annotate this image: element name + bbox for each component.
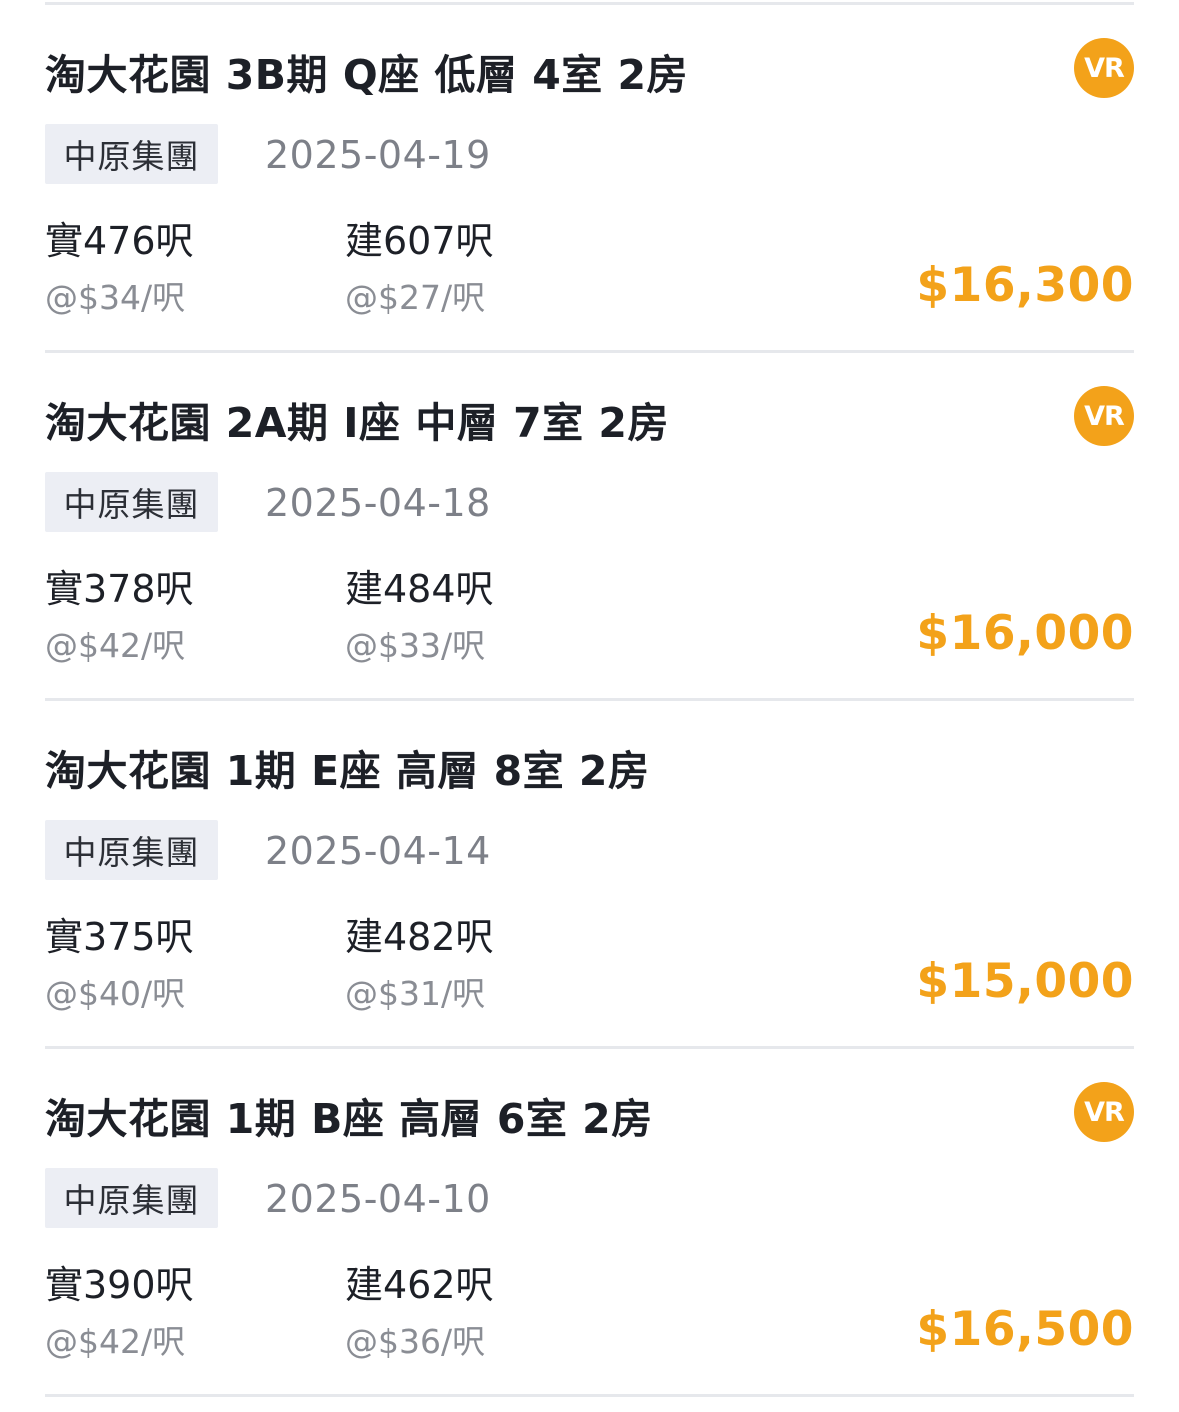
listing-title[interactable]: 淘大花園 3B期 Q座 低層 4室 2房 <box>45 45 688 105</box>
listing-title[interactable]: 淘大花園 1期 B座 高層 6室 2房 <box>45 1089 653 1149</box>
gross-area: 建462呎 <box>345 1263 494 1307</box>
listing-title[interactable]: 淘大花園 1期 E座 高層 8室 2房 <box>45 741 649 801</box>
gross-unit-price: @$27/呎 <box>345 278 486 317</box>
gross-area: 建607呎 <box>345 219 494 263</box>
agency-tag: 中原集團 <box>45 820 218 880</box>
listing-card[interactable]: 淘大花園 3B期 Q座 低層 4室 2房 VR 中原集團 2025-04-19 … <box>45 5 1134 350</box>
agency-tag: 中原集團 <box>45 124 218 184</box>
net-area: 實375呎 <box>45 915 194 959</box>
gross-unit-price: @$36/呎 <box>345 1322 486 1361</box>
net-unit-price: @$42/呎 <box>45 1322 186 1361</box>
net-area: 實378呎 <box>45 567 194 611</box>
agency-tag: 中原集團 <box>45 1168 218 1228</box>
listing-date: 2025-04-10 <box>265 1177 491 1221</box>
listing-date: 2025-04-18 <box>265 481 491 525</box>
net-area: 實476呎 <box>45 219 194 263</box>
listing-title[interactable]: 淘大花園 2A期 I座 中層 7室 2房 <box>45 393 669 453</box>
gross-unit-price: @$33/呎 <box>345 626 486 665</box>
gross-unit-price: @$31/呎 <box>345 974 486 1013</box>
gross-area: 建482呎 <box>345 915 494 959</box>
listing-card[interactable]: 淘大花園 1期 E座 高層 8室 2房 中原集團 2025-04-14 實375… <box>45 701 1134 1046</box>
agency-tag: 中原集團 <box>45 472 218 532</box>
net-unit-price: @$40/呎 <box>45 974 186 1013</box>
net-unit-price: @$34/呎 <box>45 278 186 317</box>
listing-date: 2025-04-19 <box>265 133 491 177</box>
vr-badge-icon[interactable]: VR <box>1074 38 1134 98</box>
listing-list: 淘大花園 3B期 Q座 低層 4室 2房 VR 中原集團 2025-04-19 … <box>45 0 1134 1397</box>
listing-date: 2025-04-14 <box>265 829 491 873</box>
rent-price: $16,500 <box>916 1302 1134 1357</box>
net-area: 實390呎 <box>45 1263 194 1307</box>
listing-card[interactable]: 淘大花園 2A期 I座 中層 7室 2房 VR 中原集團 2025-04-18 … <box>45 353 1134 698</box>
vr-badge-icon[interactable]: VR <box>1074 1082 1134 1142</box>
listing-card[interactable]: 淘大花園 1期 B座 高層 6室 2房 VR 中原集團 2025-04-10 實… <box>45 1049 1134 1394</box>
rent-price: $16,000 <box>916 606 1134 661</box>
rent-price: $15,000 <box>916 954 1134 1009</box>
vr-badge-icon[interactable]: VR <box>1074 386 1134 446</box>
net-unit-price: @$42/呎 <box>45 626 186 665</box>
rent-price: $16,300 <box>916 258 1134 313</box>
divider <box>45 1394 1134 1397</box>
gross-area: 建484呎 <box>345 567 494 611</box>
